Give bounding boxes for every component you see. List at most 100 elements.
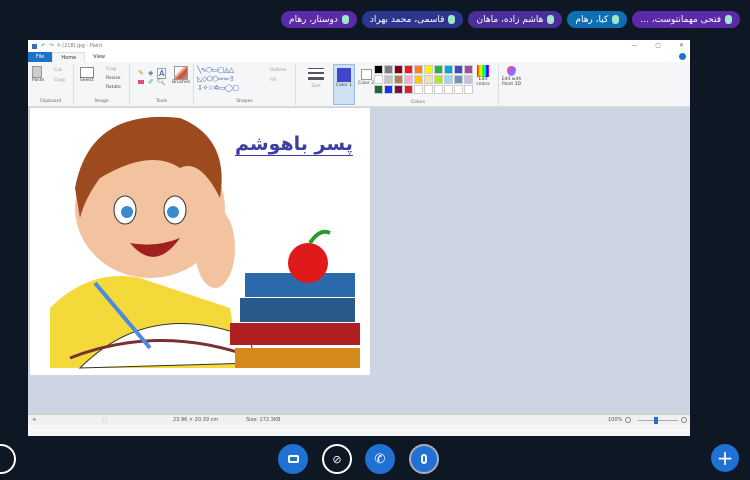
eraser-icon[interactable]	[138, 80, 144, 84]
color-picker-icon[interactable]: ✐	[148, 78, 154, 86]
zoom-level: 100%	[608, 417, 623, 423]
select-icon	[80, 67, 94, 78]
add-button[interactable]: +	[711, 444, 739, 472]
group-label: Image	[94, 99, 109, 104]
palette-swatch[interactable]	[454, 85, 463, 94]
palette-swatch[interactable]	[404, 85, 413, 94]
size-button[interactable]: Size	[306, 64, 326, 105]
group-label: Colors	[410, 100, 426, 105]
shapes-gallery[interactable]: ╲∿⬡▭▢◬△ ◺◇⬠⬡⇨⇦⇧ ⇩✧☆✡▭◯▢	[197, 66, 239, 93]
minimize-icon[interactable]: —	[631, 42, 637, 49]
palette-swatch[interactable]	[424, 65, 433, 74]
undo-icon[interactable]: ↶	[41, 43, 45, 49]
color2-label: Color 2	[357, 81, 375, 86]
magnifier-icon[interactable]: 🔍︎	[157, 78, 166, 86]
help-icon[interactable]	[679, 53, 686, 60]
palette-swatch[interactable]	[444, 75, 453, 84]
palette-swatch[interactable]	[404, 75, 413, 84]
participant-pill[interactable]: کیا، رهام	[567, 11, 628, 28]
phone-button[interactable]: ✆	[365, 444, 395, 474]
microphone-button[interactable]	[409, 444, 439, 474]
participant-pill[interactable]: هاشم زاده، ماهان	[468, 11, 563, 28]
participant-name: کیا، رهام	[575, 14, 609, 25]
brushes-label: Brushes	[172, 80, 191, 85]
palette-swatch[interactable]	[384, 65, 393, 74]
group-label: Shapes	[236, 99, 253, 104]
color1-button[interactable]: Color 1	[333, 64, 355, 105]
palette-swatch[interactable]	[414, 85, 423, 94]
paint3d-button[interactable]: Edit with Paint 3D	[498, 65, 524, 106]
clipboard-icon	[32, 66, 42, 78]
palette-swatch[interactable]	[394, 65, 403, 74]
paste-label: Paste	[32, 78, 45, 83]
camera-button[interactable]: ⊘	[322, 444, 352, 474]
palette-swatch[interactable]	[374, 75, 383, 84]
palette-swatch[interactable]	[374, 65, 383, 74]
palette-swatch[interactable]	[424, 75, 433, 84]
maximize-icon[interactable]: ▢	[655, 42, 661, 49]
pencil-icon[interactable]: ✎	[138, 69, 144, 77]
palette-swatch[interactable]	[454, 75, 463, 84]
crop-button[interactable]: Crop	[106, 67, 117, 72]
palette-swatch[interactable]	[434, 65, 443, 74]
paste-button[interactable]: Paste	[32, 66, 44, 88]
canvas-image[interactable]: پسر باهوشم	[30, 108, 370, 375]
side-button[interactable]	[0, 444, 16, 474]
palette-swatch[interactable]	[464, 65, 473, 74]
palette-swatch[interactable]	[464, 85, 473, 94]
palette-swatch[interactable]	[454, 65, 463, 74]
mic-icon	[725, 15, 732, 24]
fill-button[interactable]: Fill	[270, 78, 276, 83]
palette-swatch[interactable]	[424, 85, 433, 94]
palette-swatch[interactable]	[414, 75, 423, 84]
line-size-icon	[308, 68, 324, 80]
color1-swatch	[337, 68, 351, 82]
color1-label: Color 1	[335, 83, 353, 88]
palette-swatch[interactable]	[404, 65, 413, 74]
palette-swatch[interactable]	[394, 75, 403, 84]
palette-swatch[interactable]	[394, 85, 403, 94]
tab-view[interactable]: View	[85, 52, 113, 62]
participant-name: دوستار، رهام	[289, 14, 338, 25]
redo-icon[interactable]: ↷	[49, 43, 53, 49]
ribbon-tabs: File Home View	[28, 52, 690, 62]
screen-share-button[interactable]	[278, 444, 308, 474]
mic-icon	[448, 15, 456, 24]
palette-swatch[interactable]	[464, 75, 473, 84]
rainbow-icon	[477, 65, 489, 77]
select-button[interactable]: Select	[80, 67, 94, 83]
zoom-in-button[interactable]	[681, 417, 687, 423]
zoom-slider-thumb[interactable]	[654, 417, 658, 424]
palette-swatch[interactable]	[444, 85, 453, 94]
outline-button[interactable]: Outline	[270, 68, 286, 73]
copy-button[interactable]: Copy	[54, 78, 65, 83]
zoom-out-button[interactable]	[625, 417, 631, 423]
zoom-slider[interactable]	[638, 420, 678, 421]
palette-swatch[interactable]	[384, 85, 393, 94]
participant-pill[interactable]: دوستار، رهام	[281, 11, 357, 28]
save-icon[interactable]	[32, 43, 37, 49]
participant-list: فتحی مهمانتوست، ... کیا، رهام هاشم زاده،…	[281, 11, 740, 28]
tab-home[interactable]: Home	[52, 52, 86, 62]
close-icon[interactable]: ✕	[679, 42, 684, 49]
color2-swatch	[360, 69, 372, 80]
palette-swatch[interactable]	[444, 65, 453, 74]
brushes-button[interactable]: Brushes	[172, 66, 190, 85]
palette-swatch[interactable]	[374, 85, 383, 94]
edit-colors-button[interactable]: Edit colors	[474, 65, 492, 87]
participant-pill[interactable]: فتحی مهمانتوست، ...	[632, 11, 740, 28]
participant-pill[interactable]: قاسمی، محمد بهراد	[361, 11, 464, 28]
tab-file[interactable]: File	[28, 52, 53, 62]
clipboard-group: Paste Cut Copy Clipboard	[28, 64, 74, 105]
cut-button[interactable]: Cut	[54, 68, 62, 73]
rotate-button[interactable]: Rotate	[106, 85, 121, 90]
palette-swatch[interactable]	[414, 65, 423, 74]
palette-swatch[interactable]	[384, 75, 393, 84]
palette-swatch[interactable]	[434, 75, 443, 84]
fill-icon[interactable]: ◈	[148, 69, 153, 77]
canvas-area[interactable]: پسر باهوشم ✛ ⬚ 23.96 × 20.39 cm Size: 17…	[28, 107, 690, 425]
color2-button[interactable]: Color 2	[356, 64, 376, 105]
resize-button[interactable]: Resize	[106, 76, 120, 81]
paint-window: ↶ ↷ h (218).jpg - Paint — ▢ ✕ File Home Vi…	[28, 40, 690, 436]
palette-swatch[interactable]	[434, 85, 443, 94]
